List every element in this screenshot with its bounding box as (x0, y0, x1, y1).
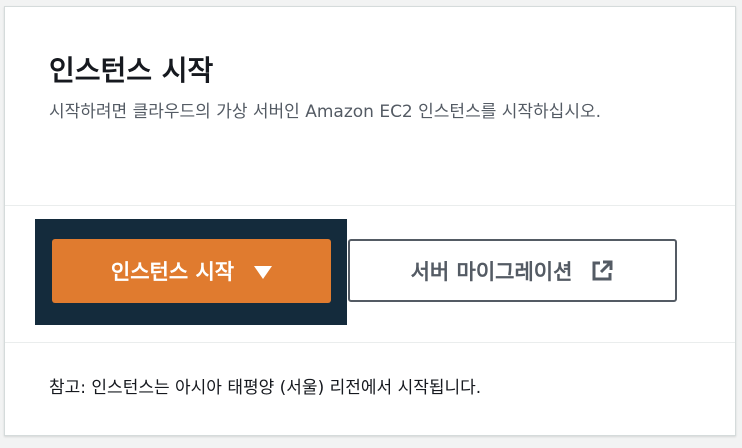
panel-title: 인스턴스 시작 (49, 54, 214, 87)
launch-instance-panel: 인스턴스 시작 시작하려면 클라우드의 가상 서버인 Amazon EC2 인스… (4, 6, 736, 436)
panel-header: 인스턴스 시작 시작하려면 클라우드의 가상 서버인 Amazon EC2 인스… (5, 7, 735, 206)
divider-bottom (5, 342, 735, 343)
region-note: 참고: 인스턴스는 아시아 태평양 (서울) 리전에서 시작됩니다. (49, 378, 482, 398)
launch-instance-label: 인스턴스 시작 (110, 260, 235, 284)
external-link-icon (592, 260, 613, 280)
server-migration-label: 서버 마이그레이션 (410, 259, 573, 284)
launch-instance-button[interactable]: 인스턴스 시작 (52, 239, 331, 303)
panel-description: 시작하려면 클라우드의 가상 서버인 Amazon EC2 인스턴스를 시작하십… (49, 102, 602, 122)
server-migration-button[interactable]: 서버 마이그레이션 (348, 239, 677, 302)
divider-top (5, 205, 735, 206)
caret-down-icon (254, 265, 273, 279)
